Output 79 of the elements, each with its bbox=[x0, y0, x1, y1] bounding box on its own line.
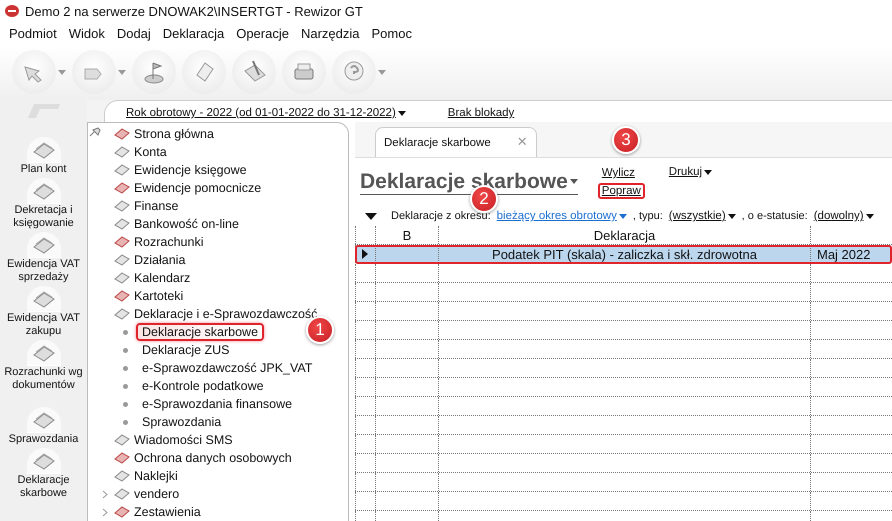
dropdown-caret-icon bbox=[58, 70, 66, 74]
filter-label: , typu: bbox=[632, 210, 663, 222]
nav-item-label[interactable]: Ewidencja VAT sprzedaży bbox=[7, 258, 80, 284]
document-stack-icon[interactable] bbox=[32, 180, 56, 200]
menu-item[interactable]: Pomoc bbox=[366, 24, 418, 42]
tree-item[interactable]: Deklaracje skarbowe bbox=[136, 323, 264, 341]
tree-item[interactable]: e-Sprawozdawczość JPK_VAT bbox=[136, 359, 318, 377]
menu-item[interactable]: Dodaj bbox=[110, 24, 157, 42]
nav-item-label[interactable]: Rozrachunki wg dokumentów bbox=[4, 366, 83, 392]
tree-item[interactable]: e-Kontrole podatkowe bbox=[136, 377, 270, 395]
tree-item[interactable]: Sprawozdania bbox=[136, 413, 228, 431]
tree-item[interactable]: Ochrona danych osobowych bbox=[134, 451, 292, 465]
dropdown-caret-icon bbox=[618, 214, 627, 218]
pin-icon[interactable] bbox=[89, 127, 101, 137]
tree-item[interactable]: Ewidencje księgowe bbox=[134, 163, 247, 177]
tree-item[interactable]: Zestawienia bbox=[134, 505, 201, 519]
dropdown-caret-icon bbox=[728, 214, 736, 218]
document-stack-icon[interactable] bbox=[32, 342, 56, 362]
filter-label: Deklaracje z okresu: bbox=[391, 210, 491, 222]
tree-item[interactable]: Rozrachunki bbox=[134, 235, 204, 249]
bullet-icon bbox=[123, 330, 128, 334]
menu-item[interactable]: Deklaracja bbox=[156, 24, 230, 42]
lock-status-link[interactable]: Brak blokady bbox=[448, 107, 514, 119]
nav-item-label[interactable]: Sprawozdania bbox=[8, 433, 78, 446]
tree-item[interactable]: Naklejki bbox=[134, 469, 178, 483]
bullet-icon bbox=[123, 420, 128, 424]
action-link[interactable]: Drukuj bbox=[664, 164, 716, 180]
tree-item[interactable]: Działania bbox=[134, 253, 186, 267]
nav-item-label[interactable]: Plan kont bbox=[20, 163, 66, 176]
window-title: Demo 2 na serwerze DNOWAK2\INSERTGT - Rewizor GT bbox=[25, 4, 363, 18]
document-stack-icon[interactable] bbox=[32, 410, 56, 430]
document-stack-icon[interactable] bbox=[32, 288, 56, 308]
tree-item[interactable]: e-Sprawozdania finansowe bbox=[136, 395, 298, 413]
row-pointer-icon bbox=[362, 249, 368, 259]
collapse-caret-icon[interactable] bbox=[365, 212, 377, 220]
dropdown-caret-icon bbox=[704, 170, 712, 174]
tree-item[interactable]: Bankowość on-line bbox=[134, 217, 239, 231]
tree-item[interactable]: Kalendarz bbox=[134, 271, 190, 285]
table-cell: Podatek PIT (skala) - zaliczka i skł. zdrowotna bbox=[438, 245, 810, 263]
tree-item[interactable]: Wiadomości SMS bbox=[134, 433, 233, 447]
tree-item[interactable]: Strona główna bbox=[134, 127, 214, 141]
tree-item[interactable]: Finanse bbox=[134, 199, 178, 213]
bullet-icon bbox=[123, 384, 128, 388]
document-stack-icon[interactable] bbox=[32, 450, 56, 470]
dropdown-caret-icon bbox=[378, 70, 386, 74]
column-header[interactable]: Deklaracja bbox=[438, 226, 810, 244]
document-stack-icon[interactable] bbox=[32, 234, 56, 254]
nav-item-label[interactable]: Deklaracje skarbowe bbox=[18, 474, 70, 500]
menu-item[interactable]: Narzędzia bbox=[294, 24, 366, 42]
bullet-icon bbox=[123, 366, 128, 370]
nav-item-label[interactable]: Dekretacja i księgowanie bbox=[13, 204, 74, 230]
menu-item[interactable]: Podmiot bbox=[3, 24, 63, 42]
tree-item[interactable]: Deklaracje ZUS bbox=[136, 341, 236, 359]
tree-item[interactable]: Konta bbox=[134, 145, 167, 159]
bullet-icon bbox=[123, 348, 128, 352]
action-link[interactable]: Popraw bbox=[598, 183, 645, 199]
status-filter-link[interactable]: (dowolny) bbox=[814, 210, 874, 222]
type-filter-link[interactable]: (wszystkie) bbox=[668, 210, 736, 222]
tab[interactable]: Deklaracje skarbowe ✕ bbox=[375, 127, 537, 157]
dropdown-caret-icon bbox=[398, 110, 406, 116]
dropdown-caret-icon bbox=[570, 179, 578, 184]
menu-item[interactable]: Operacje bbox=[230, 24, 295, 42]
table-row[interactable]: Podatek PIT (skala) - zaliczka i skł. zdrowotna Maj 2022 bbox=[355, 245, 892, 264]
tree-item[interactable]: Ewidencje pomocnicze bbox=[134, 181, 262, 195]
fiscal-year-link[interactable]: Rok obrotowy - 2022 (od 01-01-2022 do 31-12-2022) bbox=[126, 107, 406, 119]
dropdown-caret-icon bbox=[118, 70, 126, 74]
document-stack-icon[interactable] bbox=[32, 140, 56, 160]
action-link[interactable]: Wylicz bbox=[598, 165, 645, 181]
app-logo-icon bbox=[5, 5, 19, 17]
menu-item[interactable]: Widok bbox=[62, 24, 111, 42]
dropdown-caret-icon bbox=[866, 214, 874, 218]
tree-item[interactable]: Kartoteki bbox=[134, 289, 184, 303]
table-cell: Maj 2022 bbox=[810, 245, 892, 263]
tree-item[interactable]: vendero bbox=[134, 487, 180, 501]
nav-item-label[interactable]: Ewidencja VAT zakupu bbox=[7, 312, 80, 338]
column-header[interactable]: B bbox=[375, 226, 438, 244]
period-filter-link[interactable]: bieżący okres obrotowy bbox=[496, 210, 627, 222]
bullet-icon bbox=[123, 402, 128, 406]
filter-label: , o e-statusie: bbox=[742, 210, 808, 222]
